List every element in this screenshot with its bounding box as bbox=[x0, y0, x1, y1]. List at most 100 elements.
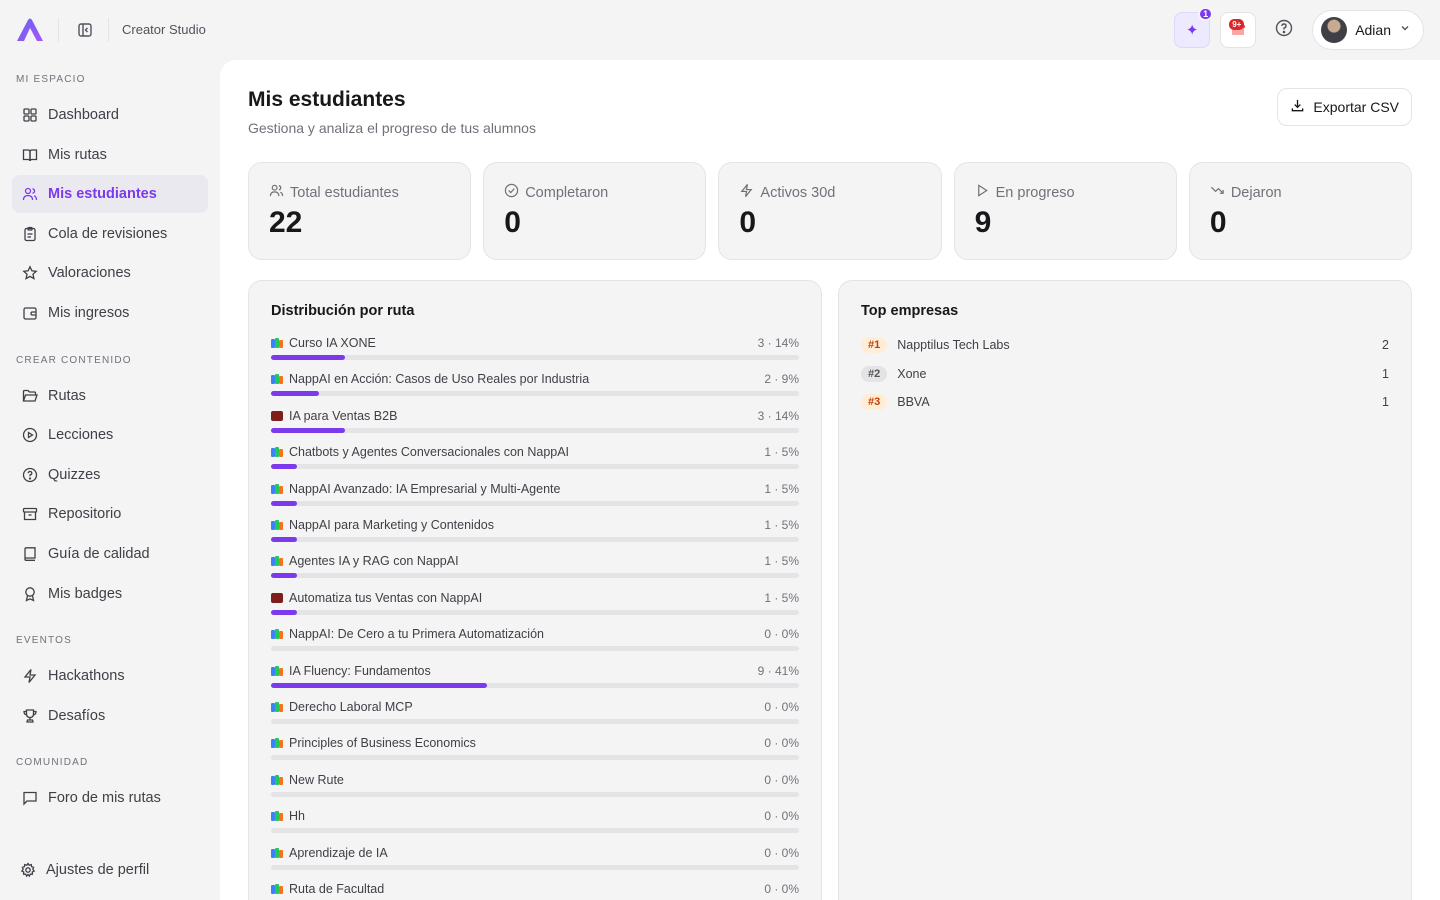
books-icon bbox=[271, 811, 283, 822]
sidebar-item-dashboard[interactable]: Dashboard bbox=[12, 96, 208, 134]
route-row: Automatiza tus Ventas con NappAI 1 · 5% bbox=[271, 590, 799, 626]
route-name: IA Fluency: Fundamentos bbox=[289, 663, 431, 678]
zap-icon bbox=[739, 183, 754, 202]
sidebar-toggle-icon[interactable] bbox=[74, 19, 96, 41]
sidebar-item-repositorio[interactable]: Repositorio bbox=[12, 495, 208, 533]
books-icon bbox=[271, 483, 283, 494]
rewards-button[interactable]: 9+ bbox=[1220, 12, 1257, 48]
archive-icon bbox=[22, 506, 38, 522]
sidebar-item-mis-rutas[interactable]: Mis rutas bbox=[12, 136, 208, 174]
route-count: 1 · 5% bbox=[764, 554, 799, 569]
route-name: NappAI Avanzado: IA Empresarial y Multi-… bbox=[289, 481, 561, 496]
sidebar-item-label: Ajustes de perfil bbox=[46, 862, 150, 878]
books-icon bbox=[271, 702, 283, 712]
user-menu-button[interactable]: Adian bbox=[1312, 10, 1424, 50]
sidebar: MI ESPACIO Dashboard Mis rutas Mis estud… bbox=[0, 60, 220, 900]
sidebar-item-label: Cola de revisiones bbox=[48, 226, 168, 242]
sidebar-item-label: Desafíos bbox=[48, 708, 106, 724]
route-count: 0 · 0% bbox=[764, 882, 799, 896]
route-count: 0 · 0% bbox=[764, 736, 799, 751]
route-name: Chatbots y Agentes Conversacionales con … bbox=[289, 445, 570, 460]
route-name: NappAI para Marketing y Contenidos bbox=[289, 518, 494, 532]
book-icon bbox=[22, 546, 38, 562]
sidebar-item-guia-de-calidad[interactable]: Guía de calidad bbox=[12, 535, 208, 573]
app-logo[interactable] bbox=[14, 16, 46, 44]
sidebar-item-hackathons[interactable]: Hackathons bbox=[12, 657, 208, 695]
avatar bbox=[1321, 17, 1348, 43]
stat-card-in-progress: En progreso 9 bbox=[953, 162, 1177, 260]
distribution-title: Distribución por ruta bbox=[271, 303, 415, 319]
books-icon bbox=[271, 774, 283, 785]
sidebar-item-valoraciones[interactable]: Valoraciones bbox=[12, 254, 208, 292]
stat-value: 0 bbox=[1209, 206, 1227, 239]
header-divider bbox=[108, 18, 109, 42]
stat-label: Dejaron bbox=[1230, 184, 1282, 201]
company-name: Napptilus Tech Labs bbox=[897, 338, 1010, 352]
route-row: Curso IA XONE 3 · 14% bbox=[271, 335, 799, 371]
sidebar-item-lecciones[interactable]: Lecciones bbox=[12, 416, 208, 454]
sidebar-item-label: Dashboard bbox=[48, 107, 119, 123]
stat-value: 0 bbox=[504, 206, 521, 239]
sidebar-item-label: Mis badges bbox=[48, 586, 123, 602]
sidebar-item-label: Mis rutas bbox=[48, 147, 107, 163]
rank-badge: #1 bbox=[861, 337, 888, 353]
sidebar-item-rutas[interactable]: Rutas bbox=[12, 377, 208, 415]
route-count: 1 · 5% bbox=[764, 445, 799, 460]
route-progress-fill bbox=[271, 537, 298, 542]
route-progress-fill bbox=[271, 609, 298, 615]
stats-row: Total estudiantes 22 Completaron 0 Activ… bbox=[248, 162, 1413, 260]
stat-card-total: Total estudiantes 22 bbox=[248, 162, 472, 260]
stat-label: Activos 30d bbox=[760, 184, 836, 201]
route-count: 0 · 0% bbox=[764, 772, 799, 787]
company-name: BBVA bbox=[897, 395, 930, 409]
route-progress-track bbox=[271, 864, 799, 870]
sidebar-item-label: Rutas bbox=[48, 388, 86, 404]
route-progress-track bbox=[271, 573, 799, 579]
route-progress-fill bbox=[271, 391, 319, 397]
route-count: 0 · 0% bbox=[764, 845, 799, 860]
company-count: 1 bbox=[1382, 366, 1389, 381]
sidebar-item-label: Mis estudiantes bbox=[48, 186, 157, 202]
grid-icon bbox=[22, 107, 38, 123]
sidebar-item-label: Valoraciones bbox=[48, 265, 131, 281]
ai-assistant-button[interactable]: ✦ 1 bbox=[1174, 7, 1214, 48]
sidebar-item-mis-badges[interactable]: Mis badges bbox=[12, 575, 208, 613]
stat-value: 9 bbox=[974, 206, 992, 239]
sidebar-item-desafios[interactable]: Desafíos bbox=[12, 697, 208, 735]
export-csv-label: Exportar CSV bbox=[1313, 99, 1399, 115]
route-progress-fill bbox=[271, 573, 298, 579]
route-name: Agentes IA y RAG con NappAI bbox=[289, 554, 459, 569]
route-count: 1 · 5% bbox=[764, 481, 799, 496]
route-name: Automatiza tus Ventas con NappAI bbox=[289, 590, 483, 605]
wallet-icon bbox=[22, 305, 38, 321]
sidebar-item-foro-de-mis-rutas[interactable]: Foro de mis rutas bbox=[12, 779, 208, 817]
sidebar-item-ajustes-de-perfil[interactable]: Ajustes de perfil bbox=[10, 851, 206, 889]
clipboard-icon bbox=[22, 226, 38, 242]
sidebar-item-cola-de-revisiones[interactable]: Cola de revisiones bbox=[12, 215, 208, 253]
route-row: Ruta de Facultad 0 · 0% bbox=[271, 881, 799, 900]
route-count: 0 · 0% bbox=[764, 627, 799, 642]
distribution-card: Distribución por ruta Curso IA XONE 3 · 1… bbox=[248, 280, 822, 900]
company-count: 1 bbox=[1382, 395, 1389, 409]
route-name: Aprendizaje de IA bbox=[289, 845, 388, 860]
rank-badge: #3 bbox=[861, 394, 888, 410]
route-count: 1 · 5% bbox=[764, 590, 799, 605]
route-count: 2 · 9% bbox=[764, 372, 799, 387]
route-progress-track bbox=[271, 537, 799, 542]
route-row: NappAI Avanzado: IA Empresarial y Multi-… bbox=[271, 481, 799, 517]
route-name: Curso IA XONE bbox=[289, 336, 376, 350]
route-row: NappAI para Marketing y Contenidos 1 · 5% bbox=[271, 517, 799, 553]
stat-value: 0 bbox=[739, 206, 757, 239]
sidebar-item-quizzes[interactable]: Quizzes bbox=[12, 456, 208, 494]
download-icon bbox=[1290, 98, 1305, 116]
check-circle-icon bbox=[504, 183, 519, 202]
route-progress-track bbox=[271, 464, 799, 470]
route-progress-track bbox=[271, 355, 799, 360]
sidebar-item-mis-ingresos[interactable]: Mis ingresos bbox=[12, 294, 208, 332]
export-csv-button[interactable]: Exportar CSV bbox=[1277, 88, 1412, 126]
sidebar-item-mis-estudiantes[interactable]: Mis estudiantes bbox=[12, 175, 208, 213]
sidebar-item-label: Foro de mis rutas bbox=[48, 790, 161, 806]
help-button[interactable] bbox=[1266, 12, 1302, 48]
sidebar-item-label: Guía de calidad bbox=[48, 546, 150, 562]
route-progress-track bbox=[271, 500, 799, 506]
